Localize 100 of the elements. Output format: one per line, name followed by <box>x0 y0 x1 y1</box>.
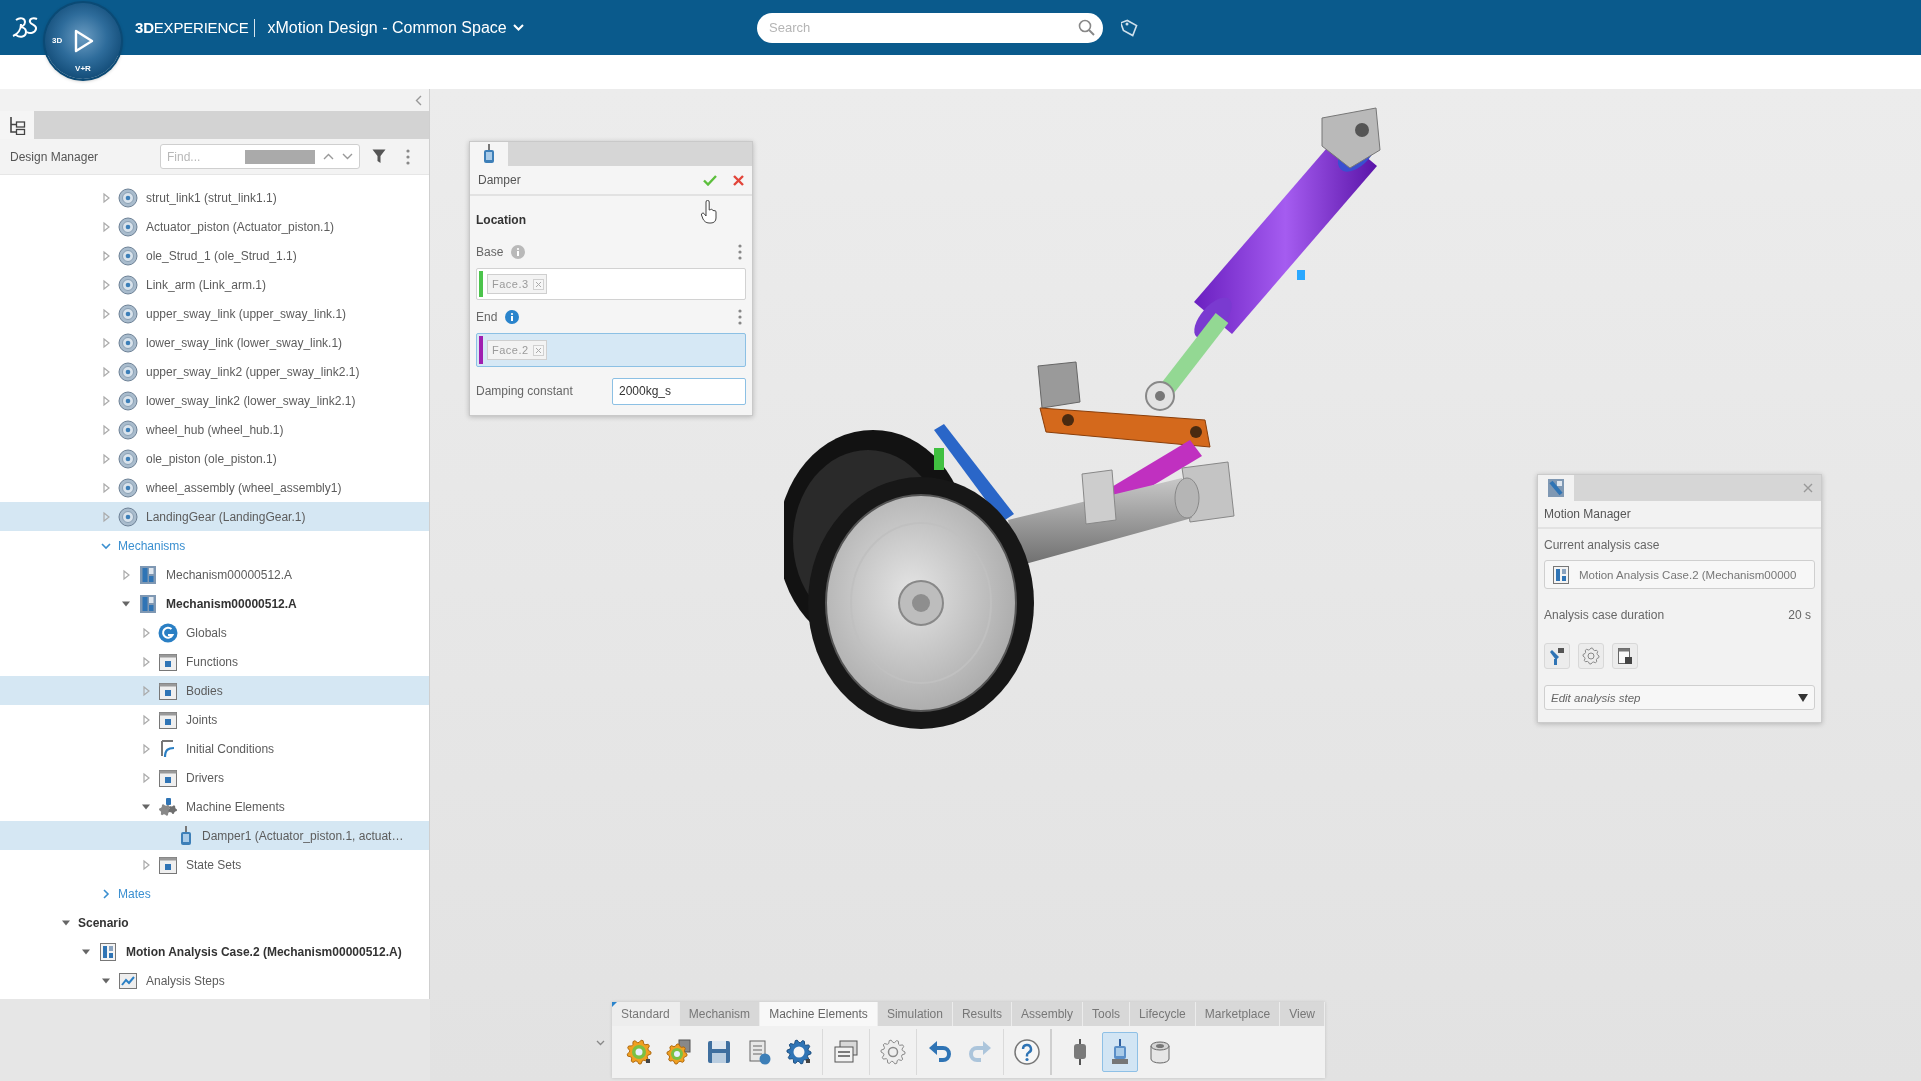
command-button[interactable] <box>1102 1032 1138 1072</box>
tree-item[interactable]: Drivers <box>0 763 429 792</box>
part-icon <box>118 361 138 382</box>
tree-item[interactable]: ole_Strud_1 (ole_Strud_1.1) <box>0 241 429 270</box>
windows-icon <box>833 1039 859 1065</box>
dropdown-icon <box>1798 693 1808 702</box>
gears-icon <box>158 796 178 817</box>
more-icon[interactable] <box>406 148 410 165</box>
field-label: Analysis case duration <box>1544 607 1665 623</box>
tree-item[interactable]: LandingGear (LandingGear.1) <box>0 502 429 531</box>
tree-item[interactable]: strut_link1 (strut_link1.1) <box>0 183 429 212</box>
remove-icon[interactable] <box>532 344 544 356</box>
close-icon[interactable] <box>1803 483 1813 493</box>
tree-item[interactable]: ole_piston (ole_piston.1) <box>0 444 429 473</box>
field-label: Base <box>476 245 504 259</box>
part-icon <box>118 332 138 353</box>
tree-item[interactable]: Mechanism00000512.A <box>0 560 429 589</box>
mechanism-icon <box>1551 564 1571 585</box>
mechanism-icon <box>1547 478 1565 498</box>
folder-icon <box>158 680 178 701</box>
tool-icon <box>1549 647 1565 665</box>
dialog-tab[interactable] <box>470 142 508 166</box>
gear-icon <box>666 1039 692 1065</box>
info-icon <box>505 310 520 324</box>
folder-icon <box>158 854 178 875</box>
more-icon[interactable] <box>738 309 742 325</box>
tree-item[interactable]: lower_sway_link (lower_sway_link.1) <box>0 328 429 357</box>
tree-item[interactable]: Damper1 (Actuator_piston.1, actuat… <box>0 821 429 850</box>
toolbar-tab[interactable]: Machine Elements <box>760 1002 878 1026</box>
chart-icon <box>118 970 138 991</box>
damper-icon <box>178 825 194 846</box>
part-icon <box>118 390 138 411</box>
panel-tab[interactable] <box>1538 475 1574 501</box>
bushing-icon <box>1149 1039 1171 1065</box>
folder-icon <box>158 709 178 730</box>
document-button[interactable] <box>1612 643 1638 669</box>
part-icon <box>118 187 138 208</box>
analysis-case-field[interactable]: Motion Analysis Case.2 (Mechanism00000 <box>1544 560 1815 589</box>
damping-constant-field[interactable]: 2000kg_s <box>612 377 746 405</box>
tag-icon[interactable] <box>1121 17 1139 38</box>
hand-cursor-icon <box>701 200 717 224</box>
help-icon <box>1014 1039 1040 1065</box>
wizard-button[interactable] <box>1544 643 1570 669</box>
duration-value: 20 s <box>1788 607 1811 623</box>
document-icon <box>1617 647 1633 665</box>
tree-item[interactable]: Functions <box>0 647 429 676</box>
part-icon <box>118 419 138 440</box>
tree-item[interactable]: Mates <box>0 879 429 908</box>
tree-item[interactable]: lower_sway_link2 (lower_sway_link2.1) <box>0 386 429 415</box>
redo-icon <box>967 1039 993 1065</box>
remove-icon[interactable] <box>532 278 544 290</box>
chevron-left-icon[interactable] <box>415 94 422 106</box>
part-icon <box>118 245 138 266</box>
tree-item[interactable]: Analysis Steps <box>0 966 429 995</box>
tree-item[interactable]: Joints <box>0 705 429 734</box>
undo-icon <box>927 1039 953 1065</box>
more-icon[interactable] <box>738 244 742 260</box>
tree-item[interactable]: Motion Analysis Case.2 (Mechanism00000512.A) <box>0 937 429 966</box>
tree-item[interactable]: Bodies <box>0 676 429 705</box>
filter-icon[interactable] <box>372 149 386 164</box>
settings-button[interactable] <box>1578 643 1604 669</box>
info-icon <box>511 245 526 259</box>
analysis-step-dropdown[interactable]: Edit analysis step <box>1544 685 1815 710</box>
tree-item[interactable]: State Sets <box>0 850 429 879</box>
tree-item[interactable]: Machine Elements <box>0 792 429 821</box>
corner-mark-icon <box>612 1002 617 1007</box>
tree-item[interactable]: Actuator_piston (Actuator_piston.1) <box>0 212 429 241</box>
tree-item[interactable]: Mechanisms <box>0 531 429 560</box>
workspace-title[interactable]: xMotion Design - Common Space <box>267 18 507 37</box>
tree-item[interactable]: Scenario <box>0 908 429 937</box>
search-icon <box>1078 19 1095 36</box>
part-icon <box>118 274 138 295</box>
chevron-icon[interactable] <box>100 887 112 900</box>
tree-item[interactable]: Initial Conditions <box>0 734 429 763</box>
folder-icon <box>158 767 178 788</box>
damper-icon <box>1110 1039 1130 1065</box>
close-icon[interactable] <box>733 174 744 186</box>
toolbar-tab[interactable]: Standard <box>612 1002 680 1026</box>
tree-item[interactable]: upper_sway_link2 (upper_sway_link2.1) <box>0 357 429 386</box>
part-icon <box>118 216 138 237</box>
panel-title: Motion Manager <box>1538 501 1821 529</box>
panel-title: Design Manager <box>10 149 100 164</box>
save-icon <box>706 1039 732 1065</box>
tree-item[interactable]: wheel_assembly (wheel_assembly1) <box>0 473 429 502</box>
part-icon <box>118 477 138 498</box>
tree-item[interactable]: Globals <box>0 618 429 647</box>
gear-icon <box>786 1039 812 1065</box>
tree-item[interactable]: wheel_hub (wheel_hub.1) <box>0 415 429 444</box>
section-heading: Location <box>476 212 527 228</box>
product-name: 3DEXPERIENCE <box>135 19 249 36</box>
settings-icon <box>880 1039 906 1065</box>
chevron-up-icon[interactable] <box>323 153 334 160</box>
tree-item[interactable]: upper_sway_link (upper_sway_link.1) <box>0 299 429 328</box>
tree-item[interactable]: Mechanism00000512.A <box>0 589 429 618</box>
part-icon <box>118 303 138 324</box>
tree-item[interactable]: Link_arm (Link_arm.1) <box>0 270 429 299</box>
compass-button[interactable]: 3D V+R <box>45 3 121 79</box>
folder-icon <box>158 651 178 672</box>
check-icon[interactable] <box>703 174 717 186</box>
tree-icon <box>8 115 26 135</box>
